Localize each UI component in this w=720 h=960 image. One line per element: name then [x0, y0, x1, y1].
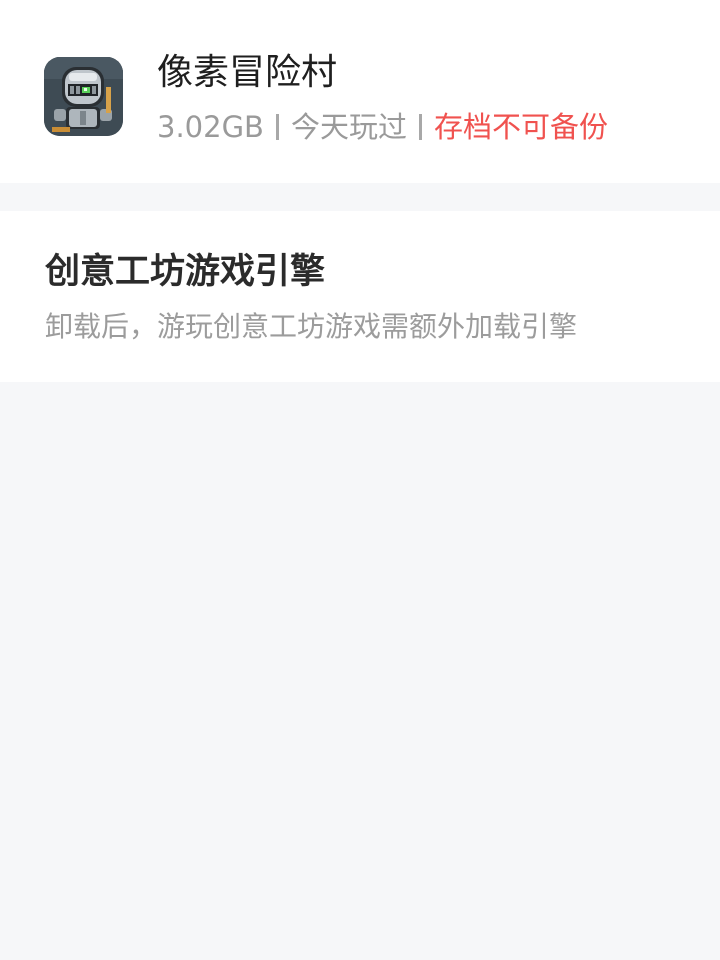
creative-workshop-engine-item[interactable]: 创意工坊游戏引擎 卸载后，游玩创意工坊游戏需额外加载引擎 [0, 211, 720, 382]
app-name: 像素冒险村 [157, 52, 338, 93]
app-size: 3.02GB [157, 110, 264, 144]
app-meta-line: 3.02GB 今天玩过 存档不可备份 [157, 107, 608, 147]
meta-divider [418, 114, 422, 140]
meta-divider [275, 114, 279, 140]
engine-description: 卸载后，游玩创意工坊游戏需额外加载引擎 [45, 310, 578, 343]
pixel-knight-game-icon [44, 57, 123, 136]
last-played: 今天玩过 [290, 110, 407, 144]
engine-title: 创意工坊游戏引擎 [45, 252, 326, 292]
backup-status: 存档不可备份 [433, 110, 608, 144]
app-info-card: 像素冒险村 3.02GB 今天玩过 存档不可备份 [0, 0, 720, 183]
